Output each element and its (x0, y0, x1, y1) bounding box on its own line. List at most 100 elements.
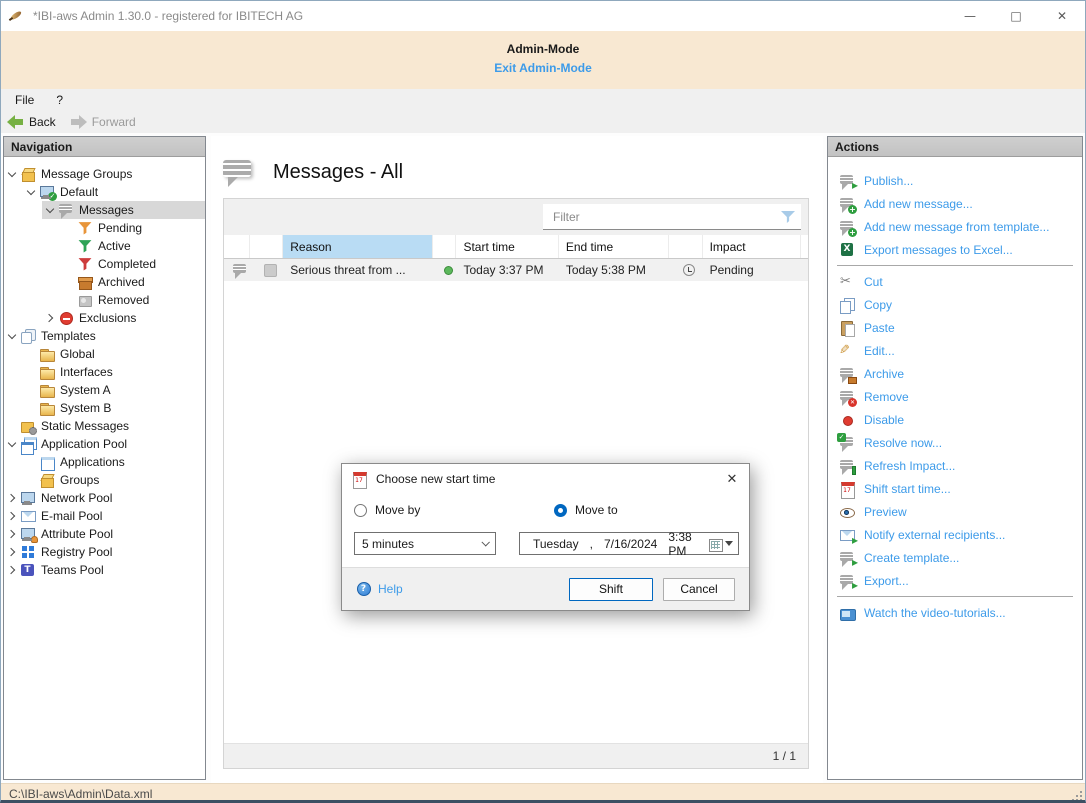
move-to-datetime-picker[interactable]: Tuesday , 7/16/2024 3:38 PM (519, 532, 739, 555)
action-label: Disable (864, 413, 904, 427)
action-archive[interactable]: Archive (828, 362, 1082, 385)
nav-item-network-pool[interactable]: Network Pool (4, 489, 205, 507)
datetime-dropdown-button[interactable] (708, 537, 738, 551)
nav-item-label: Groups (60, 473, 99, 487)
action-export[interactable]: Export... (828, 569, 1082, 592)
maximize-button[interactable]: □ (993, 1, 1039, 31)
chevron-down-icon[interactable] (5, 329, 20, 344)
column-header-icon[interactable] (669, 235, 703, 258)
action-cut[interactable]: Cut (828, 270, 1082, 293)
minimize-button[interactable]: — (947, 1, 993, 31)
action-publish[interactable]: Publish... (828, 169, 1082, 192)
table-row[interactable]: Serious threat from ...Today 3:37 PMToda… (224, 259, 808, 281)
move-by-dropdown[interactable]: 5 minutes (354, 532, 496, 555)
nav-item-removed[interactable]: Removed (4, 291, 205, 309)
chevron-right-icon[interactable] (5, 509, 20, 524)
chevron-right-icon[interactable] (5, 527, 20, 542)
back-button[interactable]: Back (7, 115, 56, 129)
menu-file[interactable]: File (15, 93, 34, 107)
menu-help[interactable]: ? (56, 93, 63, 107)
column-header-start-time[interactable]: Start time (456, 235, 558, 258)
nav-item-default[interactable]: Default (4, 183, 205, 201)
nav-item-teams-pool[interactable]: Teams Pool (4, 561, 205, 579)
action-add-new-message-from-template[interactable]: Add new message from template... (828, 215, 1082, 238)
nav-item-messages[interactable]: Messages (4, 201, 205, 219)
nav-item-active[interactable]: Active (4, 237, 205, 255)
column-header-icon[interactable] (433, 235, 457, 258)
table-header-row: Reason Start timeEnd time Impact (224, 235, 808, 259)
nav-item-label: Active (98, 239, 131, 253)
column-header-end-time[interactable]: End time (559, 235, 669, 258)
chevron-right-icon[interactable] (5, 563, 20, 578)
nav-item-static-messages[interactable]: Static Messages (4, 417, 205, 435)
nav-item-groups[interactable]: Groups (4, 471, 205, 489)
move-by-radio-group[interactable]: Move by (354, 503, 420, 517)
move-to-radio[interactable] (554, 504, 567, 517)
nav-item-message-groups[interactable]: Message Groups (4, 165, 205, 183)
action-remove[interactable]: Remove (828, 385, 1082, 408)
action-notify-external-recipients[interactable]: Notify external recipients... (828, 523, 1082, 546)
action-export-messages-to-excel[interactable]: Export messages to Excel... (828, 238, 1082, 261)
chevron-down-icon[interactable] (43, 203, 58, 218)
nav-item-system-b[interactable]: System B (4, 399, 205, 417)
filter-input[interactable] (543, 204, 801, 229)
nav-item-label: System B (60, 401, 111, 415)
nav-item-global[interactable]: Global (4, 345, 205, 363)
nav-item-registry-pool[interactable]: Registry Pool (4, 543, 205, 561)
dropdown-arrow-icon (725, 541, 733, 546)
shift-button[interactable]: Shift (569, 578, 653, 601)
action-label: Refresh Impact... (864, 459, 955, 473)
action-watch-the-video-tutorials[interactable]: Watch the video-tutorials... (828, 601, 1082, 624)
chevron-right-icon[interactable] (5, 545, 20, 560)
column-header-icon[interactable] (224, 235, 250, 258)
nav-item-label: Network Pool (41, 491, 112, 505)
chevron-right-icon[interactable] (5, 491, 20, 506)
column-header-icon[interactable] (250, 235, 284, 258)
cell-today-5-38-pm: Today 5:38 PM (559, 259, 669, 281)
action-create-template[interactable]: Create template... (828, 546, 1082, 569)
help-link[interactable]: Help (356, 581, 403, 597)
dialog-close-button[interactable]: ✕ (715, 464, 749, 494)
move-by-radio[interactable] (354, 504, 367, 517)
nav-item-completed[interactable]: Completed (4, 255, 205, 273)
back-label: Back (29, 115, 56, 129)
chevron-down-icon[interactable] (5, 437, 20, 452)
action-disable[interactable]: Disable (828, 408, 1082, 431)
forward-label: Forward (92, 115, 136, 129)
nav-item-attribute-pool[interactable]: Attribute Pool (4, 525, 205, 543)
nav-item-interfaces[interactable]: Interfaces (4, 363, 205, 381)
nav-item-e-mail-pool[interactable]: E-mail Pool (4, 507, 205, 525)
action-resolve-now[interactable]: Resolve now... (828, 431, 1082, 454)
action-refresh-impact[interactable]: Refresh Impact... (828, 454, 1082, 477)
action-preview[interactable]: Preview (828, 500, 1082, 523)
nav-item-exclusions[interactable]: Exclusions (4, 309, 205, 327)
nav-item-application-pool[interactable]: Application Pool (4, 435, 205, 453)
chevron-down-icon[interactable] (24, 185, 39, 200)
action-shift-start-time[interactable]: Shift start time... (828, 477, 1082, 500)
status-bar: C:\IBI-aws\Admin\Data.xml (1, 783, 1085, 803)
data-file-path: C:\IBI-aws\Admin\Data.xml (9, 787, 152, 801)
action-label: Notify external recipients... (864, 528, 1005, 542)
forward-arrow-icon (70, 115, 87, 129)
nav-item-applications[interactable]: Applications (4, 453, 205, 471)
chevron-down-icon[interactable] (5, 167, 20, 182)
close-button[interactable]: ✕ (1039, 1, 1085, 31)
action-copy[interactable]: Copy (828, 293, 1082, 316)
title-bar: *IBI-aws Admin 1.30.0 - registered for I… (1, 1, 1085, 31)
envelope-icon (20, 508, 36, 524)
nav-item-archived[interactable]: Archived (4, 273, 205, 291)
nav-item-templates[interactable]: Templates (4, 327, 205, 345)
forward-button[interactable]: Forward (70, 115, 136, 129)
action-paste[interactable]: Paste (828, 316, 1082, 339)
column-header-reason[interactable]: Reason (283, 235, 433, 258)
nav-item-system-a[interactable]: System A (4, 381, 205, 399)
column-header-impact[interactable]: Impact (703, 235, 801, 258)
cancel-button[interactable]: Cancel (663, 578, 735, 601)
exit-admin-mode-link[interactable]: Exit Admin-Mode (494, 61, 592, 75)
move-to-radio-group[interactable]: Move to (554, 503, 618, 517)
resize-grip-icon[interactable] (1071, 790, 1082, 801)
chevron-right-icon[interactable] (43, 311, 58, 326)
action-add-new-message[interactable]: Add new message... (828, 192, 1082, 215)
nav-item-pending[interactable]: Pending (4, 219, 205, 237)
action-edit[interactable]: Edit... (828, 339, 1082, 362)
